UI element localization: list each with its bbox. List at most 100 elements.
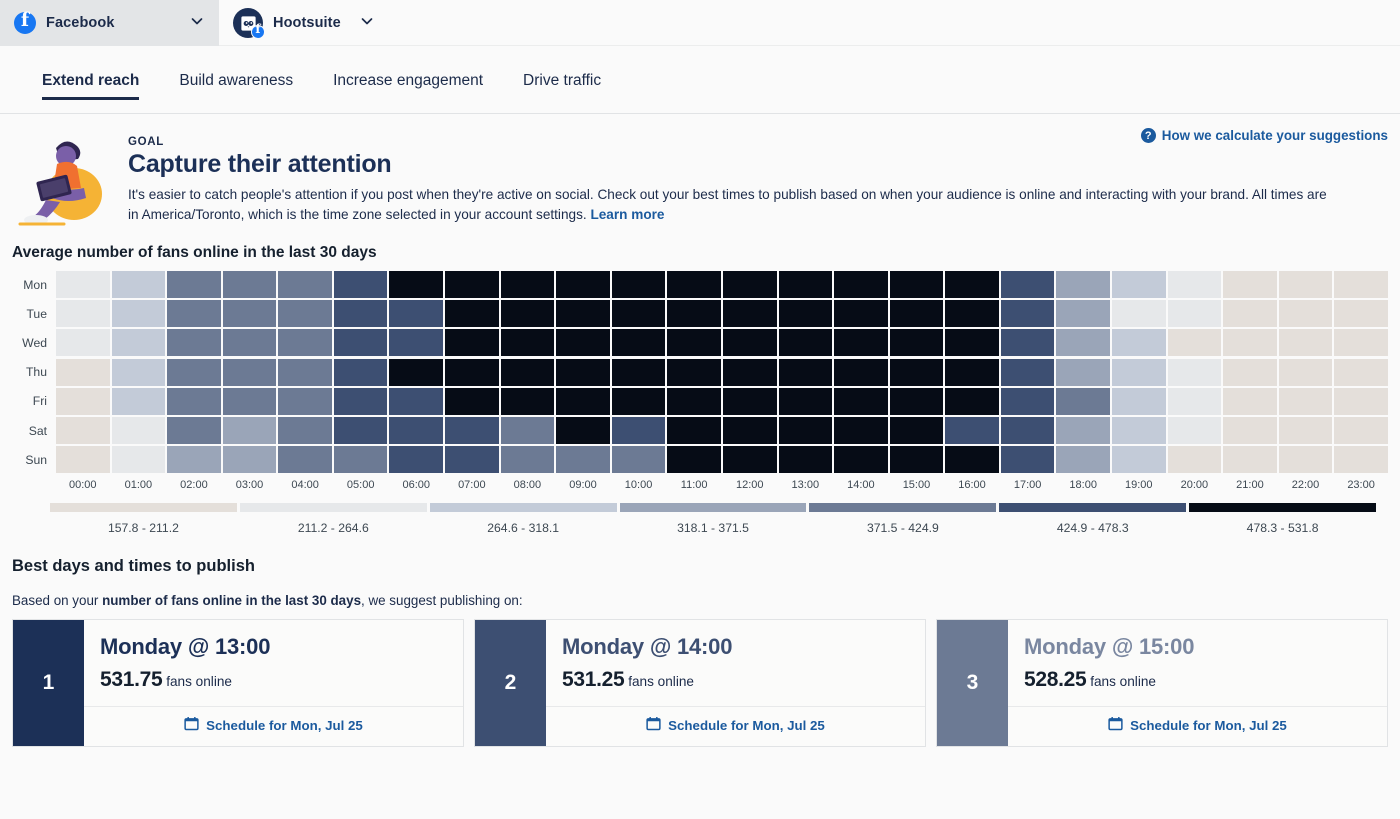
heatmap-cell[interactable] bbox=[945, 446, 999, 473]
heatmap-cell[interactable] bbox=[445, 271, 499, 298]
heatmap-cell[interactable] bbox=[1168, 271, 1222, 298]
heatmap-cell[interactable] bbox=[1112, 271, 1166, 298]
suggestion-card[interactable]: 2Monday @ 14:00531.25 fans onlineSchedul… bbox=[474, 619, 926, 747]
heatmap-cell[interactable] bbox=[612, 271, 666, 298]
heatmap-cell[interactable] bbox=[334, 329, 388, 356]
account-selector-facebook[interactable]: Facebook bbox=[0, 0, 219, 46]
heatmap-cell[interactable] bbox=[1001, 417, 1055, 444]
tab-extend-reach[interactable]: Extend reach bbox=[22, 62, 159, 98]
heatmap-cell[interactable] bbox=[667, 446, 721, 473]
heatmap-cell[interactable] bbox=[1056, 271, 1110, 298]
heatmap-cell[interactable] bbox=[1168, 446, 1222, 473]
heatmap-cell[interactable] bbox=[723, 446, 777, 473]
heatmap-cell[interactable] bbox=[556, 446, 610, 473]
heatmap-cell[interactable] bbox=[779, 388, 833, 415]
heatmap-cell[interactable] bbox=[445, 359, 499, 386]
heatmap-cell[interactable] bbox=[1112, 300, 1166, 327]
heatmap-cell[interactable] bbox=[56, 271, 110, 298]
heatmap-cell[interactable] bbox=[223, 417, 277, 444]
heatmap-cell[interactable] bbox=[834, 388, 888, 415]
heatmap-cell[interactable] bbox=[1056, 417, 1110, 444]
chevron-down-icon[interactable] bbox=[189, 13, 205, 34]
heatmap-cell[interactable] bbox=[223, 271, 277, 298]
heatmap-cell[interactable] bbox=[1334, 359, 1388, 386]
heatmap-cell[interactable] bbox=[278, 446, 332, 473]
heatmap-cell[interactable] bbox=[890, 446, 944, 473]
heatmap-cell[interactable] bbox=[612, 300, 666, 327]
heatmap-cell[interactable] bbox=[723, 300, 777, 327]
heatmap-cell[interactable] bbox=[612, 329, 666, 356]
heatmap-cell[interactable] bbox=[1056, 329, 1110, 356]
chevron-down-icon[interactable] bbox=[359, 13, 375, 34]
heatmap-cell[interactable] bbox=[1279, 359, 1333, 386]
heatmap-cell[interactable] bbox=[556, 359, 610, 386]
heatmap-cell[interactable] bbox=[779, 329, 833, 356]
heatmap-cell[interactable] bbox=[56, 388, 110, 415]
heatmap-cell[interactable] bbox=[501, 300, 555, 327]
heatmap-cell[interactable] bbox=[223, 359, 277, 386]
heatmap-cell[interactable] bbox=[612, 388, 666, 415]
heatmap-cell[interactable] bbox=[1279, 300, 1333, 327]
heatmap-cell[interactable] bbox=[56, 417, 110, 444]
heatmap-cell[interactable] bbox=[723, 271, 777, 298]
heatmap-cell[interactable] bbox=[1279, 271, 1333, 298]
heatmap-cell[interactable] bbox=[1168, 329, 1222, 356]
heatmap-cell[interactable] bbox=[167, 359, 221, 386]
heatmap-cell[interactable] bbox=[1001, 359, 1055, 386]
heatmap-cell[interactable] bbox=[1223, 359, 1277, 386]
heatmap-cell[interactable] bbox=[389, 359, 443, 386]
heatmap-cell[interactable] bbox=[334, 446, 388, 473]
heatmap-cell[interactable] bbox=[1334, 446, 1388, 473]
heatmap-cell[interactable] bbox=[389, 271, 443, 298]
heatmap-cell[interactable] bbox=[167, 300, 221, 327]
heatmap-cell[interactable] bbox=[1334, 271, 1388, 298]
heatmap-cell[interactable] bbox=[779, 446, 833, 473]
heatmap-cell[interactable] bbox=[112, 300, 166, 327]
heatmap-cell[interactable] bbox=[1168, 300, 1222, 327]
heatmap-cell[interactable] bbox=[1279, 329, 1333, 356]
heatmap-cell[interactable] bbox=[389, 329, 443, 356]
heatmap-cell[interactable] bbox=[1279, 446, 1333, 473]
heatmap-cell[interactable] bbox=[445, 329, 499, 356]
heatmap-cell[interactable] bbox=[167, 271, 221, 298]
heatmap-cell[interactable] bbox=[723, 417, 777, 444]
heatmap-cell[interactable] bbox=[1001, 388, 1055, 415]
heatmap-cell[interactable] bbox=[112, 359, 166, 386]
heatmap-cell[interactable] bbox=[890, 271, 944, 298]
heatmap-cell[interactable] bbox=[779, 300, 833, 327]
tab-drive-traffic[interactable]: Drive traffic bbox=[503, 62, 621, 98]
heatmap-cell[interactable] bbox=[1223, 446, 1277, 473]
heatmap-cell[interactable] bbox=[1334, 417, 1388, 444]
heatmap-cell[interactable] bbox=[501, 388, 555, 415]
heatmap-cell[interactable] bbox=[1334, 300, 1388, 327]
heatmap-cell[interactable] bbox=[223, 446, 277, 473]
heatmap-cell[interactable] bbox=[1279, 388, 1333, 415]
heatmap-cell[interactable] bbox=[334, 300, 388, 327]
heatmap-cell[interactable] bbox=[612, 359, 666, 386]
schedule-button[interactable]: Schedule for Mon, Jul 25 bbox=[646, 716, 825, 734]
heatmap-cell[interactable] bbox=[1112, 388, 1166, 415]
tab-build-awareness[interactable]: Build awareness bbox=[159, 62, 313, 98]
heatmap-cell[interactable] bbox=[834, 359, 888, 386]
heatmap-cell[interactable] bbox=[890, 359, 944, 386]
heatmap-cell[interactable] bbox=[945, 271, 999, 298]
heatmap-cell[interactable] bbox=[334, 271, 388, 298]
heatmap-cell[interactable] bbox=[1168, 388, 1222, 415]
heatmap-cell[interactable] bbox=[389, 417, 443, 444]
heatmap-cell[interactable] bbox=[1223, 388, 1277, 415]
heatmap-cell[interactable] bbox=[834, 300, 888, 327]
heatmap-cell[interactable] bbox=[945, 300, 999, 327]
heatmap-cell[interactable] bbox=[1223, 417, 1277, 444]
heatmap-cell[interactable] bbox=[501, 446, 555, 473]
account-selector-hootsuite[interactable]: Hootsuite bbox=[219, 0, 389, 46]
heatmap-cell[interactable] bbox=[223, 300, 277, 327]
heatmap-cell[interactable] bbox=[223, 388, 277, 415]
heatmap-cell[interactable] bbox=[167, 329, 221, 356]
heatmap-cell[interactable] bbox=[278, 329, 332, 356]
heatmap-cell[interactable] bbox=[890, 388, 944, 415]
heatmap-cell[interactable] bbox=[834, 271, 888, 298]
heatmap-cell[interactable] bbox=[556, 388, 610, 415]
heatmap-cell[interactable] bbox=[167, 446, 221, 473]
learn-more-link[interactable]: Learn more bbox=[590, 207, 664, 222]
heatmap-cell[interactable] bbox=[1112, 417, 1166, 444]
